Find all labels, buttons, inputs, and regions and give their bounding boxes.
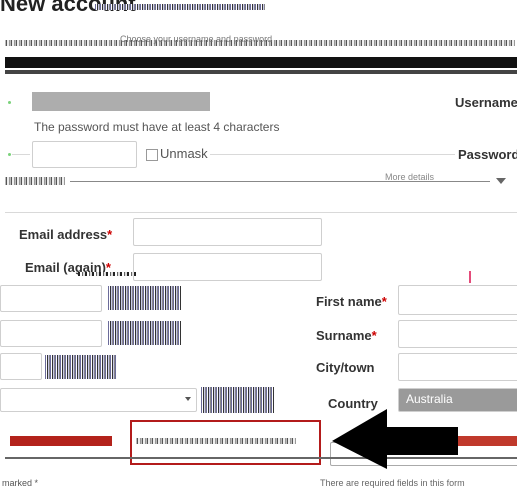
status-dot xyxy=(8,101,11,104)
surname-label: Surname* xyxy=(316,328,377,343)
surname-field[interactable] xyxy=(398,320,517,348)
first-name-label: First name* xyxy=(316,294,387,309)
unmask-checkbox[interactable] xyxy=(146,149,158,161)
subtitle-text: Choose your username and password xyxy=(120,34,273,44)
status-dot xyxy=(8,153,11,156)
password-label: Password xyxy=(458,147,517,162)
password-input[interactable] xyxy=(32,141,137,168)
surname-left-field[interactable] xyxy=(0,320,102,347)
image-artifact xyxy=(108,286,181,310)
divider xyxy=(12,154,30,155)
arrow-annotation-icon xyxy=(332,409,458,469)
email-field[interactable] xyxy=(133,218,322,246)
password-hint: The password must have at least 4 charac… xyxy=(34,120,280,134)
label-artifact xyxy=(78,272,138,276)
email-again-field[interactable] xyxy=(133,253,322,281)
more-details-noise xyxy=(5,177,65,185)
divider xyxy=(210,154,455,155)
city-label: City/town xyxy=(316,360,375,375)
title-artifact xyxy=(95,4,265,10)
footer-right-note: There are required fields in this form xyxy=(320,478,465,488)
country-left-select[interactable] xyxy=(0,388,197,412)
username-label: Username xyxy=(455,95,517,110)
submit-button-red[interactable] xyxy=(455,436,517,446)
first-name-field[interactable] xyxy=(398,285,517,315)
highlight-content xyxy=(136,438,296,444)
submit-button-left[interactable] xyxy=(10,436,112,446)
chevron-down-icon[interactable] xyxy=(496,178,506,184)
divider xyxy=(5,212,517,213)
header-band-2 xyxy=(5,70,517,74)
image-artifact xyxy=(201,387,274,413)
more-details-heading: More details xyxy=(385,172,435,182)
country-value: Australia xyxy=(406,392,453,406)
unmask-label: Unmask xyxy=(160,146,208,161)
first-name-left-field[interactable] xyxy=(0,285,102,312)
header-band xyxy=(5,57,517,68)
image-artifact xyxy=(108,321,181,345)
pink-marker xyxy=(469,271,471,283)
chevron-down-icon xyxy=(185,397,191,401)
footer-left-note: marked * xyxy=(2,478,39,488)
email-label: Email address* xyxy=(19,227,113,242)
city-left-field[interactable] xyxy=(0,353,42,380)
username-input[interactable] xyxy=(32,92,210,111)
city-field[interactable] xyxy=(398,353,517,381)
image-artifact xyxy=(45,355,116,379)
